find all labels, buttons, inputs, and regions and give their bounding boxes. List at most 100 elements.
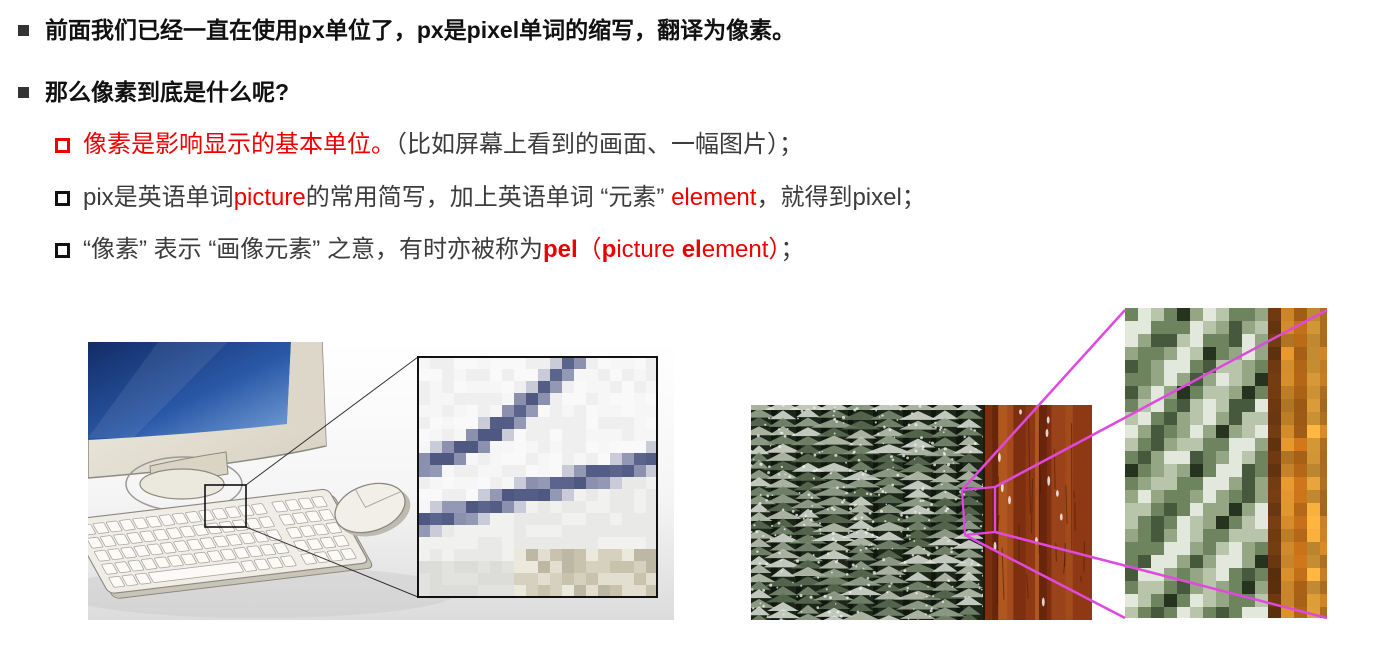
snow-speck <box>883 426 886 429</box>
bark-snow-spot <box>1059 513 1063 521</box>
mosaic-pixel <box>1242 308 1255 321</box>
snow-speck <box>881 490 885 493</box>
mosaic-pixel <box>1125 568 1138 581</box>
snow-speck <box>980 588 983 591</box>
mosaic-pixel <box>490 453 502 465</box>
mosaic-pixel <box>586 561 598 573</box>
mosaic-pixel <box>1242 386 1255 399</box>
mosaic-pixel <box>1164 321 1177 334</box>
snow-speck <box>817 576 820 579</box>
snow-speck <box>930 441 935 445</box>
mosaic-pixel <box>418 573 430 585</box>
mosaic-pixel <box>1255 490 1268 503</box>
mosaic-pixel <box>1190 503 1203 516</box>
mosaic-pixel <box>550 489 562 501</box>
mosaic-pixel <box>430 369 442 381</box>
snow-speck <box>777 473 781 476</box>
mosaic-pixel <box>1177 412 1190 425</box>
mosaic-pixel <box>586 501 598 513</box>
snow-speck <box>836 610 840 614</box>
mosaic-pixel <box>574 525 586 537</box>
snow-speck <box>877 493 881 496</box>
mosaic-pixel <box>1281 334 1294 347</box>
mosaic-pixel <box>1242 529 1255 542</box>
mosaic-pixel <box>586 441 598 453</box>
filled-square-bullet-icon <box>18 86 29 98</box>
snow-speck <box>946 463 951 467</box>
mosaic-pixel <box>574 513 586 525</box>
mosaic-pixel <box>1255 607 1268 618</box>
mosaic-pixel <box>1164 360 1177 373</box>
mosaic-pixel <box>1216 568 1229 581</box>
snow-speck <box>979 525 983 528</box>
mosaic-pixel <box>1216 308 1229 321</box>
mosaic-pixel <box>1190 542 1203 555</box>
mosaic-pixel <box>1242 503 1255 516</box>
mosaic-pixel <box>1164 477 1177 490</box>
mosaic-pixel <box>1151 360 1164 373</box>
mosaic-pixel <box>1320 529 1327 542</box>
snow-speck <box>759 602 762 605</box>
bark-stripe <box>1046 405 1052 620</box>
mosaic-pixel <box>1190 607 1203 618</box>
mosaic-pixel <box>1294 464 1307 477</box>
snow-speck <box>887 468 889 471</box>
mosaic-pixel <box>538 393 550 405</box>
mosaic-pixel <box>574 585 586 597</box>
snow-speck <box>769 583 773 587</box>
snow-speck <box>812 406 816 409</box>
mosaic-pixel <box>466 369 478 381</box>
snow-speck <box>878 416 881 418</box>
snow-speck <box>857 478 860 481</box>
mosaic-pixel <box>442 417 454 429</box>
filled-square-bullet-icon <box>18 24 29 36</box>
snow-speck <box>755 530 759 534</box>
mosaic-pixel <box>1255 373 1268 386</box>
mosaic-pixel <box>1125 386 1138 399</box>
mosaic-pixel <box>634 525 646 537</box>
snow-speck <box>868 544 870 547</box>
mosaic-pixel <box>1203 516 1216 529</box>
mosaic-pixel <box>634 477 646 489</box>
mosaic-pixel <box>1281 555 1294 568</box>
snow-speck <box>834 539 838 543</box>
sub-bullet-pix-origin: pix是英语单词picture的常用简写，加上英语单词 “元素” element… <box>55 182 926 214</box>
mosaic-pixel <box>1203 594 1216 607</box>
mosaic-pixel <box>1294 347 1307 360</box>
mosaic-pixel <box>1255 360 1268 373</box>
mosaic-pixel <box>1320 568 1327 581</box>
mosaic-pixel <box>1255 451 1268 464</box>
mosaic-pixel <box>1255 347 1268 360</box>
mosaic-pixel <box>418 393 430 405</box>
mosaic-pixel <box>1164 490 1177 503</box>
snow-speck <box>766 494 770 498</box>
mosaic-pixel <box>502 393 514 405</box>
mosaic-pixel <box>490 441 502 453</box>
hollow-square-bullet-icon <box>55 137 70 153</box>
mosaic-pixel <box>442 465 454 477</box>
snow-speck <box>947 540 950 543</box>
mosaic-pixel <box>550 513 562 525</box>
mosaic-pixel <box>1294 360 1307 373</box>
snow-speck <box>751 531 753 533</box>
snow-speck <box>762 588 766 592</box>
snow-speck <box>845 550 849 553</box>
snow-speck <box>826 508 829 511</box>
snow-speck <box>920 436 923 440</box>
mosaic-pixel <box>466 441 478 453</box>
snow-speck <box>927 586 929 588</box>
mosaic-pixel <box>586 393 598 405</box>
snow-speck <box>951 585 954 588</box>
highlight-bold-text: el <box>681 236 702 263</box>
mosaic-pixel <box>526 465 538 477</box>
snow-speck <box>921 487 925 491</box>
mosaic-pixel <box>1255 529 1268 542</box>
mosaic-pixel <box>418 417 430 429</box>
mosaic-pixel <box>1281 594 1294 607</box>
snow-speck <box>769 537 772 540</box>
snow-speck <box>807 493 811 497</box>
snow-speck <box>821 450 824 453</box>
snow-speck <box>759 494 762 496</box>
snow-speck <box>944 429 946 431</box>
snow-speck <box>810 496 814 500</box>
